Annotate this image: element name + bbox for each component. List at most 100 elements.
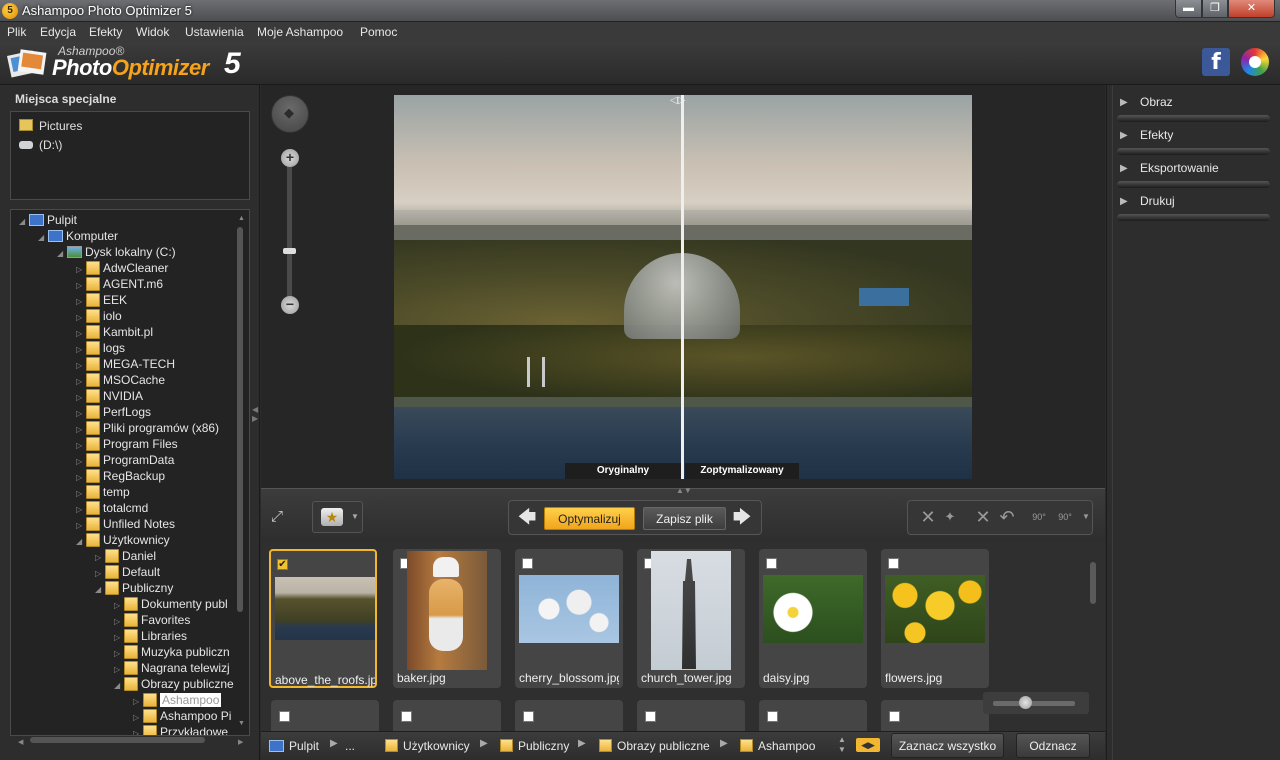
collapse-arrow-icon[interactable]: ◢ — [57, 246, 67, 262]
breadcrumb-scroll-icon[interactable]: ▲ ▼ — [836, 735, 848, 757]
special-item-pictures[interactable]: Pictures — [19, 119, 82, 133]
thumbnail-item[interactable] — [881, 700, 989, 731]
thumbnail-item[interactable]: ✔ above_the_roofs.jpg — [269, 549, 377, 688]
scroll-right-icon[interactable]: ▶ — [238, 738, 243, 746]
tree-node[interactable]: ▷ Kambit.pl — [76, 324, 153, 340]
pan-navigation-icon[interactable] — [271, 95, 309, 133]
thumbnail-checkbox[interactable] — [888, 558, 899, 569]
thumbnail-checkbox[interactable] — [766, 558, 777, 569]
tree-node[interactable]: ▷ Ashampoo Pi — [133, 708, 231, 724]
menu-moje-ashampoo[interactable]: Moje Ashampoo — [257, 25, 343, 39]
section-efekty[interactable]: ▶ Efekty — [1117, 128, 1272, 158]
tree-node[interactable]: ▷ RegBackup — [76, 468, 165, 484]
tree-node[interactable]: ▷ Ashampoo — [133, 692, 222, 708]
thumbnail-checkbox[interactable] — [523, 711, 534, 722]
breadcrumb-pulpit[interactable]: Pulpit — [269, 739, 319, 753]
thumbnail-item[interactable] — [759, 700, 867, 731]
special-item-drive-d[interactable]: (D:\) — [19, 138, 62, 152]
expand-icon[interactable]: ⤢ — [271, 508, 289, 526]
thumbnail-scrollbar[interactable] — [1090, 562, 1096, 604]
scroll-left-icon[interactable]: ◀ — [18, 738, 23, 746]
tree-node[interactable]: ▷ Pliki programów (x86) — [76, 420, 219, 436]
scroll-up-icon[interactable]: ▲ — [238, 215, 245, 222]
tree-node[interactable]: ◢ Komputer — [38, 228, 118, 244]
tree-node[interactable]: ▷ AdwCleaner — [76, 260, 168, 276]
thumbnail-checkbox[interactable]: ✔ — [277, 559, 288, 570]
save-file-button[interactable]: Zapisz plik — [643, 507, 726, 530]
tree-node[interactable]: ▷ logs — [76, 340, 125, 356]
thumbnail-checkbox[interactable] — [279, 711, 290, 722]
tree-node[interactable]: ◢ Obrazy publiczne — [114, 676, 234, 692]
undo-icon[interactable]: ↶ — [995, 506, 1019, 528]
close-button[interactable]: ✕ — [1228, 0, 1275, 18]
horizontal-splitter[interactable]: ▲▼ — [676, 486, 692, 495]
tree-node[interactable]: ▷ MEGA-TECH — [76, 356, 175, 372]
ashampoo-colorwheel-icon[interactable] — [1241, 48, 1269, 76]
tree-node[interactable]: ▷ NVIDIA — [76, 388, 143, 404]
panel-splitter[interactable]: ◀ ▶ — [252, 405, 260, 435]
thumbnail-checkbox[interactable] — [645, 711, 656, 722]
select-all-button[interactable]: Zaznacz wszystko — [891, 733, 1004, 758]
menu-pomoc[interactable]: Pomoc — [360, 25, 397, 39]
thumbnail-item[interactable] — [393, 700, 501, 731]
thumbnail-item[interactable]: daisy.jpg — [759, 549, 867, 688]
section-eksportowanie[interactable]: ▶ Eksportowanie — [1117, 161, 1272, 191]
tree-node[interactable]: ◢ Publiczny — [95, 580, 173, 596]
breadcrumb-uzytkownicy[interactable]: Użytkownicy — [385, 739, 470, 753]
minimize-button[interactable]: ▬ — [1175, 0, 1202, 18]
tree-node[interactable]: ▷ iolo — [76, 308, 122, 324]
thumbnail-item[interactable]: baker.jpg — [393, 549, 501, 688]
zoom-out-button[interactable]: − — [281, 296, 299, 314]
collapse-arrow-icon[interactable]: ◢ — [38, 230, 48, 246]
tree-node[interactable]: ▷ AGENT.m6 — [76, 276, 163, 292]
magic-wand-icon[interactable]: ★ — [321, 508, 343, 526]
menu-edycja[interactable]: Edycja — [40, 25, 76, 39]
tree-node[interactable]: ▷ Favorites — [114, 612, 190, 628]
tree-node[interactable]: ▷ PerfLogs — [76, 404, 151, 420]
thumbnail-item[interactable]: flowers.jpg — [881, 549, 989, 688]
delete-icon[interactable]: ✕ — [971, 506, 995, 528]
tree-node[interactable]: ▷ totalcmd — [76, 500, 148, 516]
collapse-arrow-icon[interactable]: ◢ — [19, 214, 29, 230]
tree-node[interactable]: ▷ Przykładowe — [133, 724, 228, 735]
breadcrumb-publiczny[interactable]: Publiczny — [500, 739, 569, 753]
thumbnail-item[interactable]: church_tower.jpg — [637, 549, 745, 688]
menu-widok[interactable]: Widok — [136, 25, 169, 39]
tree-node[interactable]: ▷ Unfiled Notes — [76, 516, 175, 532]
tree-node[interactable]: ▷ Default — [95, 564, 160, 580]
menu-ustawienia[interactable]: Ustawienia — [185, 25, 244, 39]
thumbnail-size-slider-thumb[interactable] — [1019, 696, 1032, 709]
compare-divider[interactable] — [681, 95, 684, 479]
expand-arrow-icon[interactable]: ▷ — [133, 726, 143, 735]
tree-node[interactable]: ▷ Dokumenty publ — [114, 596, 228, 612]
thumbnail-checkbox[interactable] — [401, 711, 412, 722]
rotate-left-icon[interactable]: 90° — [1027, 506, 1051, 528]
tree-node[interactable]: ▷ EEK — [76, 292, 127, 308]
tree-vertical-scrollbar[interactable] — [237, 227, 243, 612]
stars-icon[interactable]: ✦ — [938, 506, 962, 528]
thumbnail-item[interactable] — [515, 700, 623, 731]
chevron-down-icon[interactable]: ▼ — [1081, 506, 1091, 528]
collapse-arrow-icon[interactable]: ◢ — [114, 678, 124, 694]
deselect-button[interactable]: Odznacz — [1016, 733, 1090, 758]
breadcrumb-obrazy-publiczne[interactable]: Obrazy publiczne — [599, 739, 710, 753]
optimize-button[interactable]: Optymalizuj — [544, 507, 635, 530]
thumbnail-item[interactable] — [271, 700, 379, 731]
section-obraz[interactable]: ▶ Obraz — [1117, 95, 1272, 125]
thumbnail-checkbox[interactable] — [522, 558, 533, 569]
maximize-button[interactable]: ❐ — [1202, 0, 1228, 18]
thumbnail-size-slider[interactable] — [993, 701, 1075, 706]
section-drukuj[interactable]: ▶ Drukuj — [1117, 194, 1272, 224]
tree-horizontal-scrollbar[interactable] — [30, 737, 205, 743]
menu-plik[interactable]: Plik — [7, 25, 26, 39]
tree-node[interactable]: ▷ Program Files — [76, 436, 178, 452]
breadcrumb-ellipsis[interactable]: ... — [345, 739, 355, 753]
thumbnail-item[interactable]: cherry_blossom.jpg — [515, 549, 623, 688]
thumbnail-checkbox[interactable] — [767, 711, 778, 722]
breadcrumb-ashampoo[interactable]: Ashampoo — [740, 739, 815, 753]
next-image-icon[interactable]: 🡆 — [731, 508, 753, 528]
tree-node[interactable]: ◢ Użytkownicy — [76, 532, 170, 548]
collapse-arrow-icon[interactable]: ◢ — [95, 582, 105, 598]
tree-node[interactable]: ▷ ProgramData — [76, 452, 174, 468]
tree-node[interactable]: ▷ temp — [76, 484, 130, 500]
